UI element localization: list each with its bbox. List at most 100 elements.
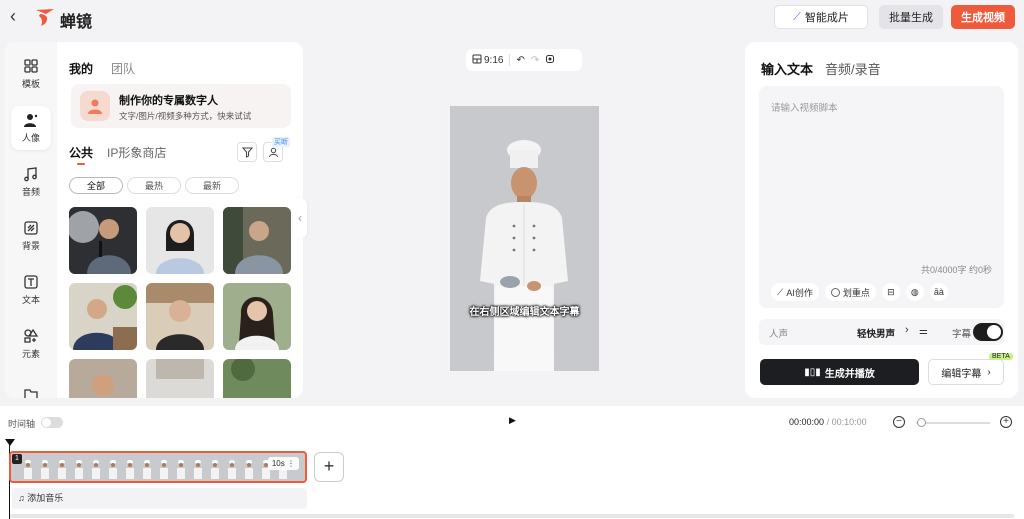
chip-hot[interactable]: 最热 (127, 177, 181, 194)
rail-label: 音频 (21, 187, 40, 197)
avatar-thumbnail[interactable] (69, 359, 137, 398)
highlight-button[interactable]: 划重点 (824, 283, 876, 301)
element-icon (24, 328, 39, 343)
asset-panel: 模板 人像 音频 背景 文本 元素 我的 团队 制作你的专属数字人 文字/图片/… (5, 42, 303, 398)
generate-video-button[interactable]: 生成视频 (951, 5, 1015, 29)
video-clip[interactable]: 1 10s ⋮ (9, 451, 307, 483)
script-input[interactable]: 请输入视频脚本 共0/4000字 约0秒 ⟋ AI创作 划重点 ⊟ ◍ āà (759, 86, 1004, 308)
tab-ip-store[interactable]: IP形象商店 (107, 144, 166, 161)
collapse-panel-button[interactable]: ‹ (293, 198, 307, 238)
chef-avatar (480, 140, 568, 371)
sliders-icon[interactable]: ⚌ (919, 326, 928, 337)
playhead-marker[interactable] (5, 439, 15, 446)
avatar-thumbnail[interactable] (146, 359, 214, 398)
ai-create-button[interactable]: ⟋ AI创作 (771, 283, 819, 301)
side-rail: 模板 人像 音频 背景 文本 元素 (5, 42, 57, 398)
script-panel: 输入文本 音频/录音 请输入视频脚本 共0/4000字 约0秒 ⟋ AI创作 划… (745, 42, 1018, 398)
total-time: 00:10:00 (831, 417, 867, 427)
edit-subtitle-label: 编辑字幕 (941, 368, 982, 380)
portrait-icon (24, 114, 38, 127)
rail-label: 元素 (21, 349, 40, 359)
ai-create-label: AI创作 (786, 287, 813, 298)
more-icon[interactable]: ⋮ (287, 459, 295, 468)
source-tabs: 公共 IP形象商店 (69, 144, 166, 165)
rail-label: 背景 (21, 241, 40, 251)
chip-new[interactable]: 最新 (185, 177, 239, 194)
add-music-track[interactable]: ♫ 添加音乐 (12, 488, 307, 509)
circle-icon (830, 287, 840, 297)
avatar-thumbnail[interactable] (69, 283, 137, 350)
edit-subtitle-button[interactable]: 编辑字幕 › (928, 359, 1004, 385)
video-preview[interactable]: 在右侧区域编辑文本字幕 (450, 106, 599, 371)
zoom-slider[interactable] (916, 422, 990, 424)
timeline: 时间轴 ▶ 00:00:00 / 00:10:00 − + 1 10s ⋮ + … (0, 406, 1024, 519)
divider (509, 54, 511, 66)
rail-item-folder[interactable] (11, 372, 51, 398)
emotion-icon[interactable]: ◍ (905, 283, 924, 301)
timeline-toggle[interactable] (41, 417, 63, 428)
chip-all[interactable]: 全部 (69, 177, 123, 194)
smart-video-label: 智能成片 (804, 12, 849, 24)
voice-label: 人声 (769, 329, 789, 340)
magic-wand-icon: ⟋ (777, 286, 784, 297)
layers-icon[interactable] (545, 54, 555, 67)
rail-item-template[interactable]: 模板 (11, 52, 51, 96)
generate-and-play-button[interactable]: ▮▯▮ 生成并播放 (760, 359, 919, 385)
play-icon[interactable]: ▶ (509, 415, 516, 426)
avatar-thumbnail[interactable] (223, 283, 291, 350)
wand-icon: ⟋ (793, 10, 801, 23)
avatar-thumbnail[interactable] (69, 207, 137, 274)
music-note-icon (24, 167, 37, 182)
rail-item-audio[interactable]: 音频 (11, 160, 51, 204)
music-note-icon: ♫ (18, 493, 25, 503)
preview-subtitle: 在右侧区域编辑文本字幕 (469, 307, 580, 318)
avatar-thumbnail[interactable] (223, 207, 291, 274)
tab-team[interactable]: 团队 (111, 60, 135, 77)
rail-item-portrait[interactable]: 人像 (11, 106, 51, 150)
avatar-thumbnail[interactable] (146, 207, 214, 274)
zoom-out-icon[interactable]: − (893, 416, 905, 428)
tab-public[interactable]: 公共 (69, 144, 93, 165)
beta-badge: BETA (989, 353, 1013, 360)
zoom-slider-handle[interactable] (917, 418, 926, 427)
tab-mine[interactable]: 我的 (69, 60, 93, 77)
tab-audio-record[interactable]: 音频/录音 (825, 59, 881, 78)
pinyin-button[interactable]: āà (929, 283, 948, 301)
rail-item-element[interactable]: 元素 (11, 322, 51, 366)
folder-icon (24, 389, 38, 398)
tab-input-text[interactable]: 输入文本 (761, 59, 813, 78)
text-icon (24, 275, 38, 289)
promo-subtitle: 文字/图片/视频多种方式，快来试试 (119, 111, 252, 121)
pause-insert-icon[interactable]: ⊟ (881, 283, 900, 301)
char-count: 共0/4000字 约0秒 (920, 265, 992, 275)
script-placeholder: 请输入视频脚本 (771, 103, 838, 114)
rail-item-text[interactable]: 文本 (11, 268, 51, 312)
avatar-thumbnail[interactable] (223, 359, 291, 398)
subtitle-toggle[interactable] (973, 323, 1003, 341)
voice-value: 轻快男声 (857, 329, 896, 340)
preview-toolbar: 9:16 ↶ ↷ (466, 49, 582, 71)
background-icon (24, 221, 38, 235)
smart-video-button[interactable]: ⟋ 智能成片 (774, 5, 868, 29)
add-clip-button[interactable]: + (314, 452, 344, 482)
back-icon[interactable]: ‹ (10, 7, 26, 26)
time-separator: / (826, 417, 830, 427)
rail-item-background[interactable]: 背景 (11, 214, 51, 258)
timeline-scrollbar[interactable] (10, 514, 1014, 518)
aspect-ratio-label[interactable]: 9:16 (484, 55, 503, 66)
chevron-right-icon: › (905, 324, 909, 336)
aspect-ratio-icon[interactable] (472, 54, 482, 67)
filter-icon[interactable] (237, 142, 257, 162)
add-music-label: 添加音乐 (27, 493, 64, 503)
create-avatar-card[interactable]: 制作你的专属数字人 文字/图片/视频多种方式，快来试试 (71, 84, 291, 128)
redo-icon[interactable]: ↷ (531, 55, 539, 66)
owner-tabs: 我的 团队 (69, 60, 135, 77)
batch-generate-button[interactable]: 批量生成 (879, 5, 943, 29)
zoom-in-icon[interactable]: + (1000, 416, 1012, 428)
rail-label: 模板 (21, 79, 40, 89)
subtitle-toggle-label: 字幕 (952, 329, 972, 340)
undo-icon[interactable]: ↶ (516, 55, 524, 66)
avatar-thumbnail[interactable] (146, 283, 214, 350)
buyout-badge: 买断 (272, 137, 290, 147)
timeline-label: 时间轴 (8, 419, 36, 429)
